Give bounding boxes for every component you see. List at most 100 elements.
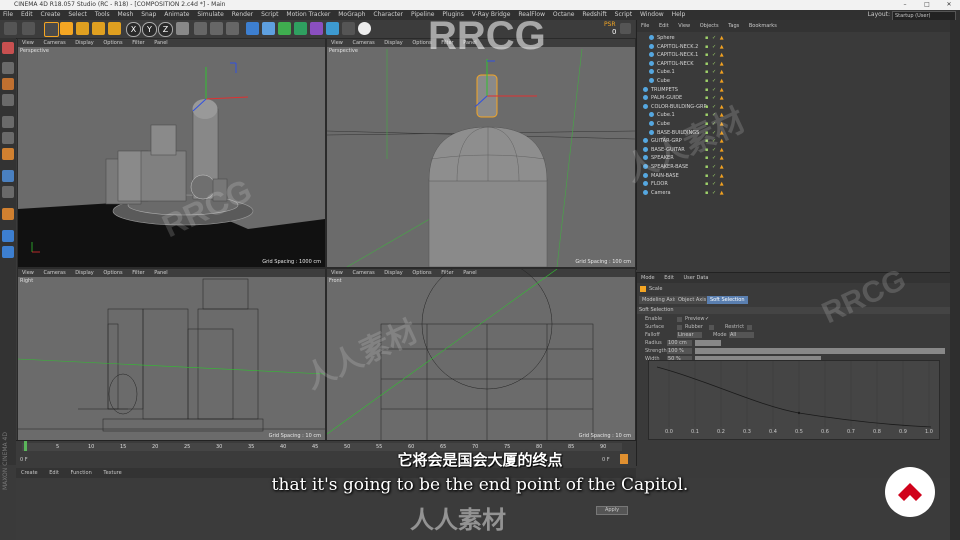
rubber-checkbox[interactable]	[709, 325, 714, 330]
menu-snap[interactable]: Snap	[141, 11, 156, 18]
menu-tools[interactable]: Tools	[95, 11, 110, 18]
om-menu-tags[interactable]: Tags	[728, 23, 739, 29]
object-row[interactable]: PALM-GUIDE ▪ ✓ ▲	[639, 94, 943, 102]
menu-script-2[interactable]: Script	[615, 11, 632, 18]
restrict-checkbox[interactable]	[747, 325, 752, 330]
redo-icon[interactable]	[22, 22, 35, 35]
tab-modeling-axis[interactable]: Modeling Axis	[639, 296, 680, 304]
am-menu-mode[interactable]: Mode	[641, 275, 655, 281]
render-view-icon[interactable]	[194, 22, 207, 35]
deformer-icon[interactable]	[310, 22, 323, 35]
tweak-icon[interactable]	[2, 186, 14, 198]
close-button[interactable]: ✕	[938, 0, 960, 10]
menu-select[interactable]: Select	[68, 11, 87, 18]
am-menu-edit[interactable]: Edit	[664, 275, 674, 281]
texture-mode-icon[interactable]	[2, 78, 14, 90]
object-row[interactable]: Cube.1 ▪ ✓ ▲	[639, 68, 949, 76]
visibility-flags-icon[interactable]: ▪ ✓ ▲	[705, 77, 725, 85]
points-mode-icon[interactable]	[2, 116, 14, 128]
menu-help[interactable]: Help	[672, 11, 686, 18]
preview-checkbox[interactable]: ✓	[705, 316, 709, 322]
polygons-mode-icon[interactable]	[2, 148, 14, 160]
menu-script[interactable]: Script	[261, 11, 278, 18]
menu-redshift[interactable]: Redshift	[582, 11, 606, 18]
subdivision-icon[interactable]	[278, 22, 291, 35]
menu-window[interactable]: Window	[640, 11, 664, 18]
snap-icon[interactable]	[620, 23, 631, 34]
array-icon[interactable]	[294, 22, 307, 35]
object-row[interactable]: MAIN-BASE ▪ ✓ ▲	[639, 172, 943, 180]
visibility-flags-icon[interactable]: ▪ ✓ ▲	[705, 68, 725, 76]
visibility-flags-icon[interactable]: ▪ ✓ ▲	[705, 86, 725, 94]
object-row[interactable]: CAPITOL-NECK.1 ▪ ✓ ▲	[639, 51, 949, 59]
coordinate-system-icon[interactable]	[176, 22, 189, 35]
strength-field[interactable]: 100 %	[667, 348, 692, 354]
radius-slider[interactable]	[695, 340, 721, 346]
x-axis-button[interactable]: X	[126, 22, 141, 37]
falloff-curve-graph[interactable]: 0.0 0.1 0.2 0.3 0.4 0.5 0.6 0.7 0.8 0.9 1.0	[648, 360, 940, 440]
undo-icon[interactable]	[4, 22, 17, 35]
om-menu-objects[interactable]: Objects	[700, 23, 719, 29]
visibility-flags-icon[interactable]: ▪ ✓ ▲	[705, 180, 725, 188]
apply-button[interactable]: Apply	[596, 506, 628, 515]
floor-icon[interactable]	[326, 22, 339, 35]
workplane-icon[interactable]	[2, 94, 14, 106]
visibility-flags-icon[interactable]: ▪ ✓ ▲	[705, 189, 725, 197]
last-tool-icon[interactable]	[108, 22, 121, 35]
menu-simulate[interactable]: Simulate	[197, 11, 224, 18]
object-row[interactable]: Sphere ▪ ✓ ▲	[639, 34, 949, 42]
om-menu-edit[interactable]: Edit	[659, 23, 669, 29]
rotate-tool-icon[interactable]	[92, 22, 105, 35]
menu-render[interactable]: Render	[232, 11, 253, 18]
menu-create[interactable]: Create	[41, 11, 61, 18]
radius-field[interactable]: 100 cm	[667, 340, 692, 346]
enable-axis-icon[interactable]	[2, 170, 14, 182]
visibility-flags-icon[interactable]: ▪ ✓ ▲	[705, 60, 725, 68]
locked-workplane-icon[interactable]	[2, 230, 14, 242]
tab-object-axis[interactable]: Object Axis	[675, 296, 710, 304]
menu-octane[interactable]: Octane	[553, 11, 575, 18]
object-row[interactable]: FLOOR ▪ ✓ ▲	[639, 180, 943, 188]
object-row[interactable]: TRUMPETS ▪ ✓ ▲	[639, 86, 943, 94]
menu-character[interactable]: Character	[373, 11, 403, 18]
object-row[interactable]: CAPITOL-NECK.2 ▪ ✓ ▲	[639, 43, 949, 51]
menu-mesh[interactable]: Mesh	[118, 11, 134, 18]
cube-primitive-icon[interactable]	[246, 22, 259, 35]
select-tool-icon[interactable]	[44, 22, 59, 37]
enable-checkbox[interactable]	[677, 317, 682, 322]
falloff-select[interactable]: Linear	[677, 332, 702, 338]
mode-select[interactable]: All	[729, 332, 754, 338]
surface-checkbox[interactable]	[677, 325, 682, 330]
visibility-flags-icon[interactable]: ▪ ✓ ▲	[705, 43, 725, 51]
visibility-flags-icon[interactable]: ▪ ✓ ▲	[705, 172, 725, 180]
camera-icon[interactable]	[342, 22, 355, 35]
render-picture-viewer-icon[interactable]	[210, 22, 223, 35]
viewport-right[interactable]: View Cameras Display Options Filter Pane…	[17, 268, 326, 442]
scale-tool-icon[interactable]	[76, 22, 89, 35]
am-menu-user-data[interactable]: User Data	[684, 275, 709, 281]
om-menu-view[interactable]: View	[678, 23, 690, 29]
light-icon[interactable]	[358, 22, 371, 35]
z-axis-button[interactable]: Z	[158, 22, 173, 37]
edges-mode-icon[interactable]	[2, 132, 14, 144]
om-menu-bookmarks[interactable]: Bookmarks	[749, 23, 777, 29]
planar-workplane-icon[interactable]	[2, 246, 14, 258]
object-row[interactable]: Camera ▪ ✓ ▲	[639, 189, 943, 197]
object-row[interactable]: Cube ▪ ✓ ▲	[639, 77, 949, 85]
strength-slider[interactable]	[695, 348, 945, 354]
visibility-flags-icon[interactable]: ▪ ✓ ▲	[705, 51, 725, 59]
menu-edit[interactable]: Edit	[21, 11, 33, 18]
visibility-flags-icon[interactable]: ▪ ✓ ▲	[705, 163, 725, 171]
viewport-perspective-closeup[interactable]: View Cameras Display Options Filter Pane…	[326, 38, 636, 268]
object-row[interactable]: CAPITOL-NECK ▪ ✓ ▲	[639, 60, 949, 68]
model-mode-icon[interactable]	[2, 62, 14, 74]
move-tool-icon[interactable]	[60, 22, 73, 35]
menu-mograph[interactable]: MoGraph	[338, 11, 365, 18]
y-axis-button[interactable]: Y	[142, 22, 157, 37]
render-settings-icon[interactable]	[226, 22, 239, 35]
object-row[interactable]: COLOR-BUILDING-GRP ▪ ✓ ▲	[639, 103, 943, 111]
tab-soft-selection[interactable]: Soft Selection	[707, 296, 748, 304]
om-menu-file[interactable]: File	[641, 23, 649, 29]
snap-settings-icon[interactable]	[2, 208, 14, 220]
menu-motion-tracker[interactable]: Motion Tracker	[286, 11, 330, 18]
